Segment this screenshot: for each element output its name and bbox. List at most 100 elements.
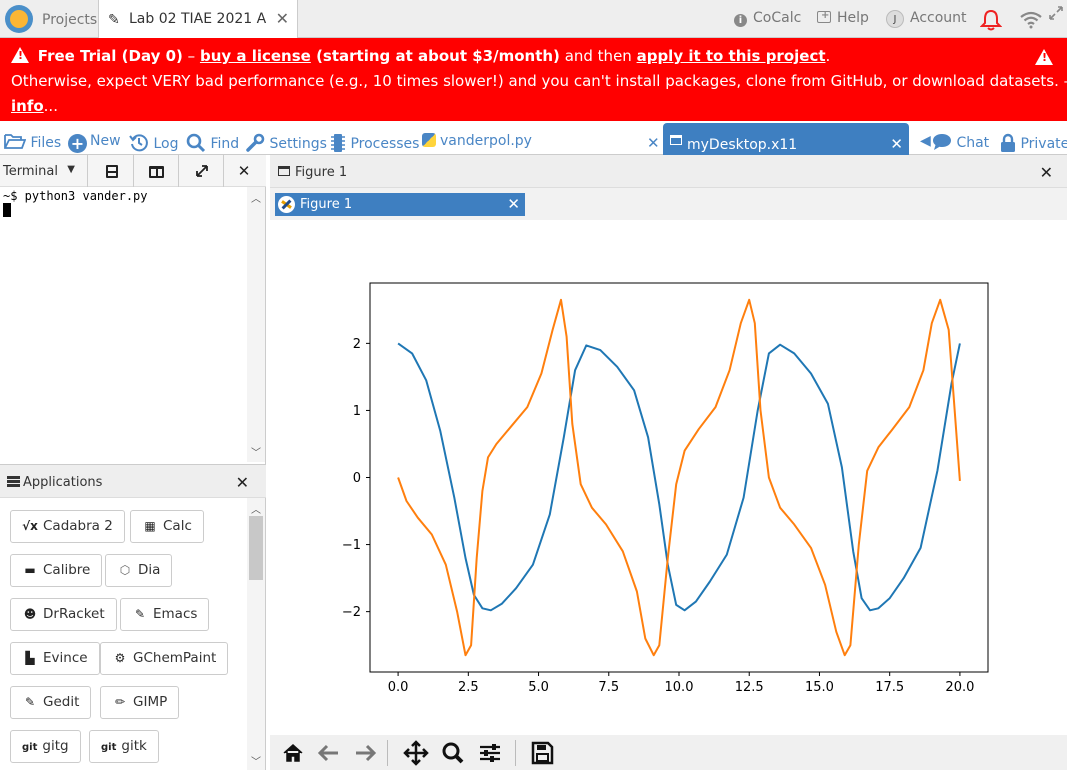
cocalc-link[interactable]: i CoCalc <box>734 10 801 27</box>
scrollbar-thumb[interactable] <box>249 516 263 580</box>
tab-mydesktop[interactable]: myDesktop.x11 ✕ <box>663 123 909 155</box>
top-tab-bar: Projects ✎ Lab 02 TIAE 2021 A ✕ i CoCalc … <box>0 0 1067 38</box>
smiley-icon: ☻ <box>23 607 37 621</box>
forward-arrow-icon[interactable] <box>350 739 380 767</box>
series-line-2 <box>397 298 961 657</box>
settings-button[interactable]: Settings <box>245 133 327 153</box>
terminal-output[interactable]: ~$ python3 vander.py <box>0 187 248 462</box>
log-label: Log <box>153 136 179 152</box>
terminal-line: ~$ python3 vander.py <box>3 189 148 203</box>
app-label: Gedit <box>43 694 80 710</box>
toolbar-separator <box>387 740 388 766</box>
plus-circle-icon: + <box>68 134 87 153</box>
app-gimp[interactable]: ✏ GIMP <box>100 686 180 719</box>
close-icon[interactable]: ✕ <box>236 473 249 492</box>
app-gitg[interactable]: git gitg <box>10 730 81 763</box>
bell-icon[interactable] <box>980 9 1002 31</box>
app-drracket[interactable]: ☻ DrRacket <box>10 598 117 631</box>
expand-icon[interactable] <box>1048 5 1064 21</box>
files-button[interactable]: Files <box>4 133 61 151</box>
split-horizontal-button[interactable] <box>90 155 134 187</box>
close-icon[interactable]: ✕ <box>890 135 903 153</box>
app-evince[interactable]: ▙ Evince <box>10 642 100 675</box>
find-button[interactable]: Find <box>186 133 239 153</box>
window-icon <box>670 135 682 145</box>
terminal-selector[interactable]: Terminal ▼ <box>0 155 88 187</box>
scroll-up-icon[interactable]: ︿ <box>251 501 261 516</box>
app-dia[interactable]: ⬡ Dia <box>105 554 173 587</box>
app-calc[interactable]: ▦ Calc <box>130 510 204 543</box>
cocalc-label: CoCalc <box>753 10 802 26</box>
vanderpol-plot[interactable]: 0.0 2.5 5.0 7.5 10.0 12.5 15.0 17.5 20.0 −2 −1 0 1 2 <box>270 220 1067 735</box>
configure-subplots-icon[interactable] <box>475 739 505 767</box>
save-icon[interactable] <box>527 739 557 767</box>
zoom-icon[interactable] <box>438 739 468 767</box>
period-text: . <box>825 47 831 65</box>
find-label: Find <box>210 136 240 152</box>
book-icon: ▬ <box>24 563 36 577</box>
applications-scrollbar[interactable]: ︿ ﹀ <box>247 498 265 770</box>
tab-vanderpol[interactable]: vanderpol.py <box>422 133 532 149</box>
price-text: (starting at about $3/month) <box>310 47 560 65</box>
close-icon[interactable]: ✕ <box>276 9 289 28</box>
private-button[interactable]: Private <box>1000 133 1067 153</box>
processes-button[interactable]: Processes <box>330 133 419 153</box>
app-label: Dia <box>138 562 161 578</box>
app-gitk[interactable]: git gitk <box>89 730 159 763</box>
figure-pane: Figure 1 ✕ Figure 1 ✕ 0.0 2.5 5.0 7.5 10.0 12… <box>270 155 1067 770</box>
scroll-down-icon[interactable]: ﹀ <box>251 444 261 459</box>
close-icon[interactable]: ✕ <box>507 195 520 213</box>
tab-open-file[interactable]: ✎ Lab 02 TIAE 2021 A ✕ <box>98 0 298 38</box>
app-gedit[interactable]: ✎ Gedit <box>10 686 92 719</box>
app-gchempaint[interactable]: ⚙ GChemPaint <box>100 642 229 675</box>
app-label: Cadabra 2 <box>43 518 113 534</box>
close-icon[interactable]: ✕ <box>1040 163 1053 182</box>
pdf-icon: ▙ <box>25 651 35 665</box>
cocalc-logo-icon[interactable] <box>5 5 33 33</box>
figure-tab[interactable]: Figure 1 ✕ <box>275 193 525 216</box>
more-info-link-2[interactable]: info <box>11 97 44 115</box>
chat-icon <box>933 134 951 150</box>
scroll-down-icon[interactable]: ﹀ <box>251 753 261 768</box>
back-arrow-icon[interactable] <box>314 739 344 767</box>
app-label: gitg <box>42 738 69 754</box>
app-calibre[interactable]: ▬ Calibre <box>10 554 103 587</box>
table-icon: ▦ <box>144 519 156 533</box>
expand-button[interactable] <box>180 155 224 187</box>
wifi-icon <box>1020 11 1042 29</box>
x-tick-label: 2.5 <box>458 680 479 695</box>
terminal-cursor <box>3 203 11 217</box>
tab-projects[interactable]: Projects <box>36 0 103 38</box>
apply-license-link[interactable]: apply it to this project <box>637 47 826 65</box>
scroll-up-icon[interactable]: ︿ <box>251 190 261 205</box>
home-icon[interactable] <box>278 739 308 767</box>
close-vanderpol-icon[interactable]: ✕ <box>647 134 660 152</box>
x-tick-label: 5.0 <box>528 680 549 695</box>
new-button[interactable]: + New <box>68 133 121 153</box>
edit-icon: ✎ <box>108 12 120 28</box>
figure-window-title: Figure 1 <box>295 165 348 180</box>
split-vertical-button[interactable] <box>135 155 179 187</box>
ellipsis-text: ... <box>43 97 58 115</box>
caret-left-icon[interactable]: ◀ <box>920 133 931 149</box>
x-tick-label: 17.5 <box>875 680 904 695</box>
settings-label: Settings <box>269 136 327 152</box>
gear-icon: ⚙ <box>114 651 126 665</box>
help-label: Help <box>837 10 869 26</box>
help-link[interactable]: + Help <box>817 10 869 26</box>
pan-icon[interactable] <box>401 739 431 767</box>
expand-icon <box>195 165 208 177</box>
y-tick-label: 1 <box>353 404 361 419</box>
chat-button[interactable]: Chat <box>932 133 989 151</box>
app-cadabra[interactable]: √x Cadabra 2 <box>10 510 125 543</box>
account-link[interactable]: J Account <box>886 10 967 28</box>
terminal-scrollbar[interactable]: ︿ ﹀ <box>247 187 265 462</box>
x-tick-label: 15.0 <box>805 680 834 695</box>
log-button[interactable]: Log <box>129 133 178 153</box>
warning-icon <box>11 47 29 63</box>
buy-license-link[interactable]: buy a license <box>200 47 311 65</box>
close-terminal-button[interactable]: ✕ <box>222 155 266 187</box>
medkit-icon: + <box>817 11 831 23</box>
files-label: Files <box>30 135 62 151</box>
app-emacs[interactable]: ✎ Emacs <box>120 598 210 631</box>
